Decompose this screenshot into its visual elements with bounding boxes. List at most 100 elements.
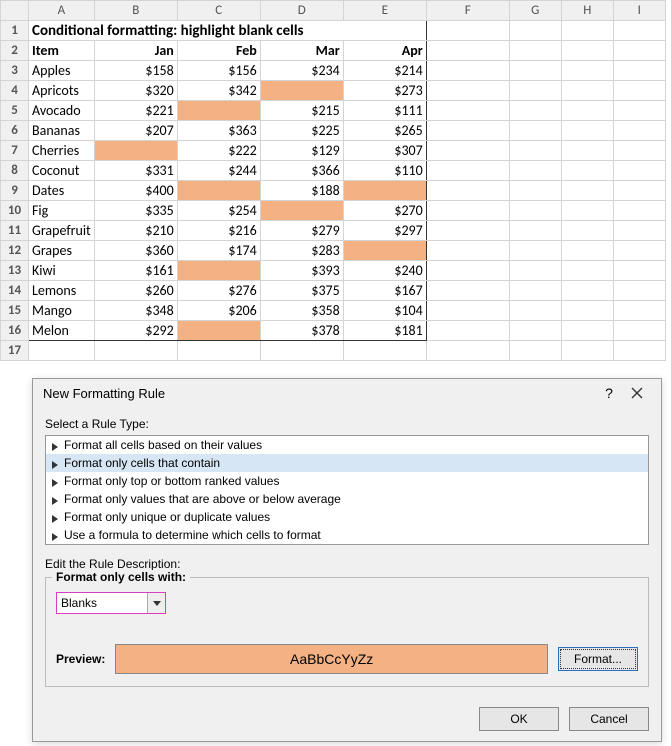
cell[interactable] xyxy=(613,101,665,121)
cell[interactable]: $360 xyxy=(94,241,177,261)
cell[interactable] xyxy=(613,281,665,301)
cell[interactable]: $206 xyxy=(177,301,260,321)
cell[interactable]: Grapefruit xyxy=(29,221,95,241)
rule-type-option[interactable]: Format all cells based on their values xyxy=(46,436,648,454)
row-header[interactable]: 12 xyxy=(1,241,29,261)
cell[interactable] xyxy=(509,61,561,81)
cell[interactable]: $244 xyxy=(177,161,260,181)
cell[interactable] xyxy=(426,281,509,301)
column-header[interactable]: E xyxy=(343,1,426,21)
cell[interactable] xyxy=(426,141,509,161)
cell[interactable] xyxy=(426,221,509,241)
cell[interactable]: $110 xyxy=(343,161,426,181)
cell[interactable]: $215 xyxy=(260,101,343,121)
cell[interactable] xyxy=(561,281,613,301)
cell[interactable]: $393 xyxy=(260,261,343,281)
cell[interactable] xyxy=(561,161,613,181)
cell[interactable]: $225 xyxy=(260,121,343,141)
select-all-corner[interactable] xyxy=(1,1,29,21)
cell[interactable]: $265 xyxy=(343,121,426,141)
cell[interactable] xyxy=(613,201,665,221)
column-header[interactable]: G xyxy=(509,1,561,21)
cell[interactable] xyxy=(509,41,561,61)
rule-type-option[interactable]: Format only top or bottom ranked values xyxy=(46,472,648,490)
cell[interactable] xyxy=(509,301,561,321)
cell[interactable]: Jan xyxy=(94,41,177,61)
cell[interactable] xyxy=(509,201,561,221)
cell[interactable]: Apples xyxy=(29,61,95,81)
cell[interactable] xyxy=(613,321,665,341)
row-header[interactable]: 1 xyxy=(1,21,29,41)
cell[interactable] xyxy=(561,41,613,61)
cell[interactable]: Kiwi xyxy=(29,261,95,281)
cell[interactable] xyxy=(509,81,561,101)
cell[interactable] xyxy=(509,221,561,241)
cell[interactable] xyxy=(94,341,177,361)
cell[interactable] xyxy=(613,141,665,161)
cell[interactable]: $214 xyxy=(343,61,426,81)
row-header[interactable]: 14 xyxy=(1,281,29,301)
cell[interactable] xyxy=(613,241,665,261)
cell[interactable]: $273 xyxy=(343,81,426,101)
cell[interactable] xyxy=(426,261,509,281)
cell[interactable] xyxy=(561,201,613,221)
cell[interactable]: Avocado xyxy=(29,101,95,121)
cell[interactable]: $254 xyxy=(177,201,260,221)
cell[interactable] xyxy=(343,181,426,201)
cell[interactable]: $222 xyxy=(177,141,260,161)
cell[interactable]: $216 xyxy=(177,221,260,241)
cell[interactable] xyxy=(561,61,613,81)
column-header[interactable]: D xyxy=(260,1,343,21)
rule-type-list[interactable]: Format all cells based on their values Fo… xyxy=(45,435,649,545)
chevron-down-icon[interactable] xyxy=(147,593,165,613)
cell[interactable]: $320 xyxy=(94,81,177,101)
cell[interactable] xyxy=(509,261,561,281)
cell[interactable]: $104 xyxy=(343,301,426,321)
cell[interactable]: $156 xyxy=(177,61,260,81)
cell[interactable]: Feb xyxy=(177,41,260,61)
cell[interactable]: Melon xyxy=(29,321,95,341)
cell[interactable]: $270 xyxy=(343,201,426,221)
column-header[interactable]: I xyxy=(613,1,665,21)
cell[interactable] xyxy=(94,141,177,161)
cell[interactable] xyxy=(260,201,343,221)
cell[interactable]: $348 xyxy=(94,301,177,321)
cell[interactable] xyxy=(509,341,561,361)
cell[interactable] xyxy=(509,181,561,201)
spreadsheet-grid[interactable]: ABCDEFGHI1Conditional formatting: highli… xyxy=(0,0,666,361)
cell[interactable]: $129 xyxy=(260,141,343,161)
cell[interactable]: Apr xyxy=(343,41,426,61)
cell[interactable]: $111 xyxy=(343,101,426,121)
cell[interactable]: Bananas xyxy=(29,121,95,141)
cell[interactable]: $375 xyxy=(260,281,343,301)
row-header[interactable]: 2 xyxy=(1,41,29,61)
cell[interactable] xyxy=(613,21,665,41)
cell[interactable] xyxy=(343,341,426,361)
cell[interactable] xyxy=(613,121,665,141)
rule-type-option[interactable]: Use a formula to determine which cells t… xyxy=(46,526,648,544)
cell[interactable] xyxy=(509,121,561,141)
row-header[interactable]: 11 xyxy=(1,221,29,241)
close-icon[interactable] xyxy=(623,387,651,399)
cell[interactable]: $297 xyxy=(343,221,426,241)
cell[interactable]: $342 xyxy=(177,81,260,101)
cell[interactable]: $240 xyxy=(343,261,426,281)
cell[interactable]: $207 xyxy=(94,121,177,141)
row-header[interactable]: 8 xyxy=(1,161,29,181)
column-header[interactable]: F xyxy=(426,1,509,21)
cell[interactable]: $400 xyxy=(94,181,177,201)
cell[interactable]: Fig xyxy=(29,201,95,221)
cell[interactable]: $276 xyxy=(177,281,260,301)
cell[interactable]: $307 xyxy=(343,141,426,161)
cell[interactable] xyxy=(561,261,613,281)
ok-button[interactable]: OK xyxy=(479,707,559,731)
cell[interactable]: Cherries xyxy=(29,141,95,161)
cell[interactable] xyxy=(177,261,260,281)
cell[interactable]: $158 xyxy=(94,61,177,81)
row-header[interactable]: 10 xyxy=(1,201,29,221)
cell[interactable]: Lemons xyxy=(29,281,95,301)
cell[interactable] xyxy=(613,81,665,101)
cell[interactable] xyxy=(561,221,613,241)
cell[interactable]: Apricots xyxy=(29,81,95,101)
rule-type-option[interactable]: Format only unique or duplicate values xyxy=(46,508,648,526)
